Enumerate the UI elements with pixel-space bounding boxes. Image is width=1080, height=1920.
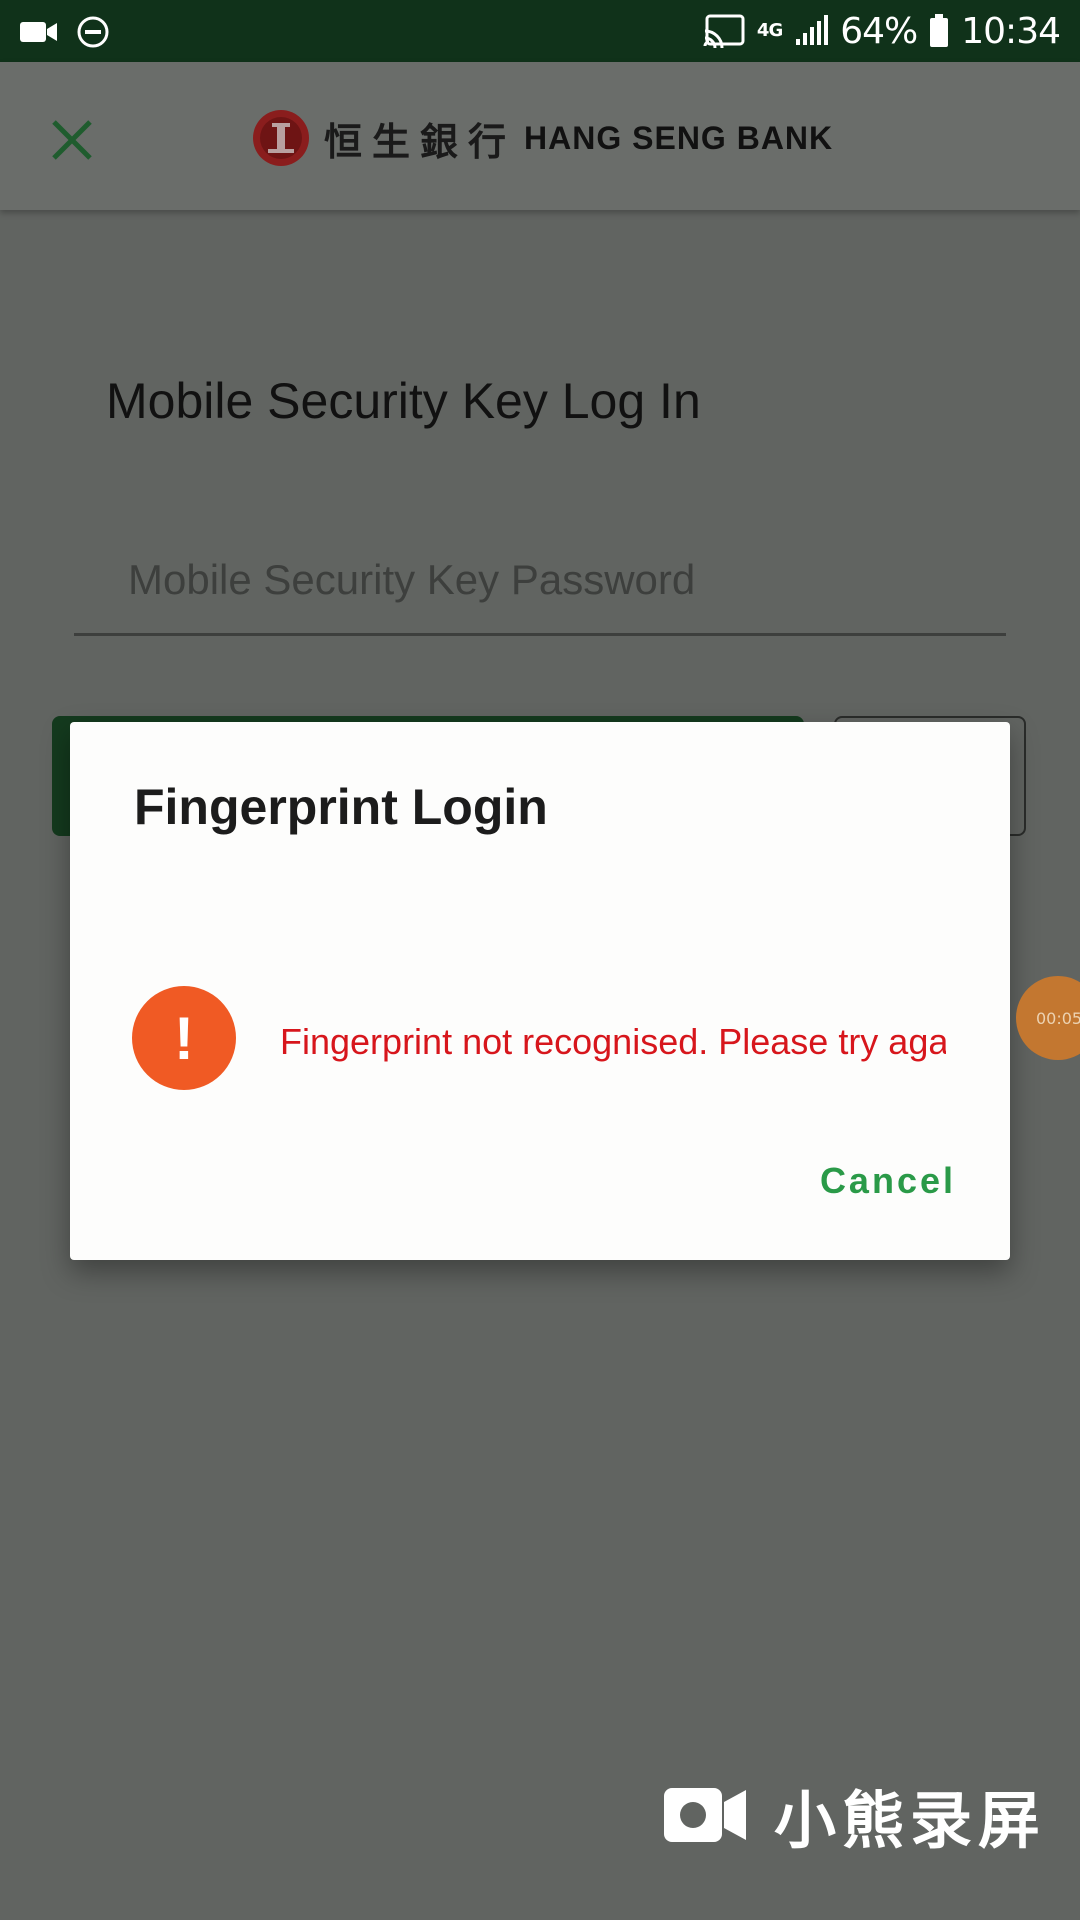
hang-seng-logo-icon <box>253 110 309 166</box>
video-camera-icon <box>664 1788 746 1842</box>
page-title: Mobile Security Key Log In <box>106 373 701 429</box>
fingerprint-dialog: Fingerprint Login ! Fingerprint not reco… <box>70 722 1010 1260</box>
video-camera-icon <box>20 22 57 42</box>
recording-timer-text: 00:05 <box>1036 1008 1080 1028</box>
signal-icon <box>796 15 829 45</box>
logo-english-text: HANG SENG BANK <box>524 119 834 156</box>
clock: 10:34 <box>961 10 1061 52</box>
status-bar: 4G 64% 10:34 <box>0 0 1080 62</box>
network-type: 4G <box>756 20 783 41</box>
exclamation-icon: ! <box>132 986 236 1090</box>
cast-icon <box>703 14 745 48</box>
dialog-title: Fingerprint Login <box>134 779 548 835</box>
status-left-icons <box>20 12 110 52</box>
recording-timer[interactable]: 00:05 <box>1016 976 1080 1060</box>
cancel-button[interactable]: Cancel <box>820 1160 956 1202</box>
recorder-watermark: 小熊录屏 <box>664 1780 1046 1857</box>
logo-chinese-text: 恒生銀行 <box>324 118 517 164</box>
error-message: Fingerprint not recognised. Please try a… <box>280 1021 946 1062</box>
error-message-container: Fingerprint not recognised. Please try a… <box>280 1012 946 1072</box>
battery-icon <box>930 14 949 47</box>
close-icon[interactable] <box>44 112 100 168</box>
app-bar: 恒生銀行 HANG SENG BANK <box>0 62 1080 210</box>
do-not-disturb-icon <box>77 16 109 48</box>
bank-logo: 恒生銀行 HANG SENG BANK <box>252 106 833 170</box>
status-right-icons: 4G 64% 10:34 <box>703 8 1061 54</box>
watermark-text: 小熊录屏 <box>774 1784 1047 1857</box>
battery-percent: 64% <box>840 10 918 52</box>
password-input[interactable] <box>74 526 1006 636</box>
